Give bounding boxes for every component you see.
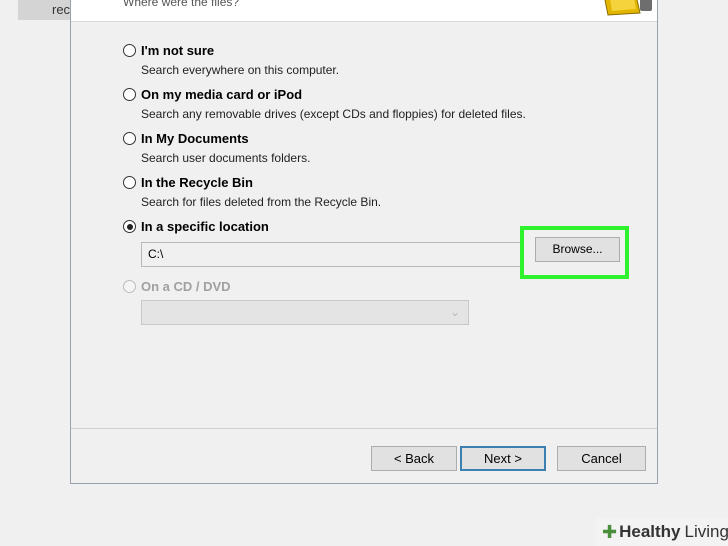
- watermark-logo: ✚ Healthy Living: [596, 518, 728, 546]
- wizard-bin-icon: [596, 0, 658, 23]
- option-label: In My Documents: [141, 131, 249, 146]
- radio-media-card[interactable]: [123, 88, 136, 101]
- radio-recycle-bin[interactable]: [123, 176, 136, 189]
- option-label: On a CD / DVD: [141, 279, 231, 294]
- option-label: In the Recycle Bin: [141, 175, 253, 190]
- option-description: Search for files deleted from the Recycl…: [141, 195, 382, 209]
- next-button[interactable]: Next >: [460, 446, 546, 471]
- option-label: I'm not sure: [141, 43, 215, 58]
- back-button[interactable]: < Back: [371, 446, 457, 471]
- option-not-sure[interactable]: I'm not sure: [123, 43, 214, 58]
- recovery-wizard-dialog: Where were the files? I'm not sure Searc…: [70, 0, 658, 484]
- browse-button[interactable]: Browse...: [535, 237, 620, 262]
- cancel-button[interactable]: Cancel: [557, 446, 646, 471]
- radio-not-sure[interactable]: [123, 44, 136, 57]
- radio-specific-location[interactable]: [123, 220, 136, 233]
- option-cd-dvd: On a CD / DVD: [123, 279, 231, 294]
- option-my-documents[interactable]: In My Documents: [123, 131, 249, 146]
- wizard-header: Where were the files?: [71, 0, 657, 22]
- option-recycle-bin[interactable]: In the Recycle Bin: [123, 175, 253, 190]
- option-label: On my media card or iPod: [141, 87, 303, 102]
- chevron-down-icon: ⌄: [449, 305, 460, 319]
- browse-highlight-frame: Browse...: [520, 226, 629, 279]
- option-description: Search everywhere on this computer.: [141, 63, 340, 77]
- watermark-word-1: Healthy: [619, 522, 681, 541]
- location-path-input[interactable]: C:\: [141, 242, 526, 267]
- radio-cd-dvd: [123, 280, 136, 293]
- plus-icon: ✚: [602, 521, 618, 542]
- background-window-text: rec: [52, 2, 71, 17]
- radio-my-documents[interactable]: [123, 132, 136, 145]
- option-label: In a specific location: [141, 219, 269, 234]
- wizard-prompt: Where were the files?: [123, 0, 240, 9]
- cd-drive-select: ⌄: [141, 300, 469, 325]
- option-description: Search user documents folders.: [141, 151, 311, 165]
- watermark-word-2: Living: [684, 522, 728, 541]
- option-media-card[interactable]: On my media card or iPod: [123, 87, 302, 102]
- footer-separator: [71, 428, 657, 429]
- option-specific-location[interactable]: In a specific location: [123, 219, 269, 234]
- option-description: Search any removable drives (except CDs …: [141, 107, 526, 121]
